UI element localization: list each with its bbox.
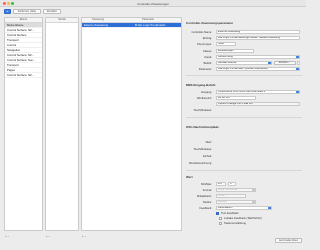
remove-all-button[interactable]: Entfernen (Alle)	[13, 9, 41, 14]
tastenverstaerkung-checkbox[interactable]	[219, 222, 222, 225]
osc-section-title: OSC-Nachrichtenpfade	[186, 125, 219, 129]
controller-section-title: Controller-Zuweisungsparameter	[186, 21, 234, 25]
modus-label: Modus:	[203, 201, 212, 204]
parameter-value: Alle Logic Pro-Einstell. (Ränder-Laufwer…	[218, 67, 268, 70]
assign-add-remove[interactable]: + −	[82, 234, 86, 238]
modus-select[interactable]: Absolut	[216, 200, 256, 204]
eingang-value: KOMPLETE KONTROL S61 Anschluss 1	[218, 90, 266, 93]
kanal-value: Aufnehmung	[218, 55, 233, 58]
assignment-list[interactable]: Steuerung Parameter Externe Zuweisung B …	[81, 17, 182, 231]
ebene-header[interactable]: Ebene	[5, 18, 42, 23]
steuerung-header[interactable]: Steuerung	[92, 18, 104, 22]
format-value: Ohne Vorzeichen	[218, 188, 238, 191]
nachricht-field[interactable]: B0 4D Lo7	[216, 96, 256, 100]
assignment-name: Externe Zuweisung	[84, 23, 108, 27]
learn-mode-button[interactable]: Lernmodus lösen	[275, 238, 302, 243]
text-feedback-checkbox[interactable]	[216, 212, 219, 215]
min-field[interactable]: 127	[216, 182, 226, 186]
feedback-value: Automatisch	[218, 206, 233, 209]
osc-einheit-label: Einheit:	[203, 155, 212, 158]
add-button[interactable]: +	[4, 9, 11, 14]
midi-detail-field: Control Change CH 1 30E Lo7	[216, 102, 300, 106]
ebene-add-remove[interactable]: + −	[5, 234, 9, 238]
osc-wert-label: Wert:	[205, 141, 212, 144]
eingang-select[interactable]: KOMPLETE KONTROL S61 Anschluss 1	[216, 90, 300, 94]
ebene-list[interactable]: Ebene Meine Ebene Control Surface: NZ...…	[4, 17, 43, 231]
format-label: Format:	[202, 189, 212, 192]
befehl-label: Befehl:	[203, 62, 212, 65]
toolbar: + Entfernen (Alle) Erstellen	[0, 7, 306, 16]
chevron-down-icon	[296, 91, 299, 93]
chevron-down-icon	[252, 201, 255, 203]
befehl-create-button[interactable]: Erstellen ...	[274, 61, 296, 65]
befehl-stepper[interactable]	[297, 61, 300, 65]
sende-header[interactable]: Sende	[46, 18, 78, 23]
kanal-select[interactable]: Aufnehmung	[216, 55, 300, 59]
parameter-header[interactable]: Parameter	[142, 18, 154, 22]
feedback-label: Feedback:	[199, 207, 212, 210]
eintrag-field[interactable]: Alle Logic Pro-Einstellungen außer Tasta…	[216, 36, 300, 40]
table-row[interactable]: Externe Zuweisung B Alle Logic Pro-Einst…	[82, 23, 181, 28]
osc-touch-label: Touch/Release:	[193, 148, 212, 151]
assignment-param: B Alle Logic Pro-Einstell...	[135, 23, 168, 27]
tastenverstaerkung-label: Tastenverstärkung	[224, 222, 246, 225]
midi-section-title: MIDI-Eingang-Befehl	[186, 83, 216, 87]
multiplikator-label: Multiplikator:	[196, 195, 212, 198]
divider	[186, 117, 302, 118]
midi-touch-label: Touch/Release:	[193, 109, 212, 112]
sende-list[interactable]: Sende	[45, 17, 79, 231]
minmax-label: Min/Max:	[201, 183, 212, 186]
inspector-panel: Controller-Zuweisungsparameter Controlle…	[186, 17, 302, 231]
create-button[interactable]: Erstellen	[43, 9, 61, 14]
text-feedback-label: Text-Feedback	[221, 212, 239, 215]
eingang-label: Eingang:	[201, 91, 212, 94]
parameter-label: Parameter:	[198, 68, 212, 71]
feedback-select[interactable]: Automatisch	[216, 206, 272, 210]
format-select[interactable]: Ohne Vorzeichen	[216, 188, 256, 192]
chevron-down-icon	[268, 207, 271, 209]
max-field[interactable]: 0	[228, 182, 236, 186]
local-feedback-checkbox[interactable]	[219, 217, 222, 220]
parameter-select[interactable]: Alle Logic Pro-Einstell. (Ränder-Laufwer…	[216, 67, 300, 71]
flip-group-label: Flip-Gruppe:	[197, 43, 212, 46]
befehl-select[interactable]: Globale Befehle	[216, 61, 272, 65]
chevron-down-icon	[268, 62, 271, 64]
controller-name-label: Controller-Name:	[191, 31, 212, 34]
kanal-label: Kanal:	[204, 56, 212, 59]
controller-name-field[interactable]: Externe Zuweisung	[216, 30, 300, 34]
flip-group-field[interactable]: none	[216, 42, 236, 46]
klasse-field[interactable]: Einstellungen	[216, 49, 254, 53]
divider	[186, 75, 302, 76]
divider	[186, 170, 302, 171]
klasse-label: Klasse:	[203, 50, 212, 53]
chevron-down-icon	[252, 189, 255, 191]
befehl-value: Globale Befehle	[218, 61, 237, 64]
osc-wertebezeichnung-label: Wertebezeichnung:	[188, 162, 212, 165]
chevron-down-icon	[296, 56, 299, 58]
modus-value: Absolut	[218, 200, 227, 203]
eintrag-label: Eintrag:	[202, 37, 212, 40]
multiplikator-field[interactable]: 1,000	[216, 194, 246, 198]
list-item[interactable]: Control Surface: NZ...	[5, 73, 42, 78]
local-feedback-label: Lokales Feedback (Takt/Schritt)	[224, 217, 262, 220]
nachricht-label: Wertbereich:	[196, 97, 212, 100]
title-bar: Controller-Zuweisungen	[0, 0, 306, 7]
window-title: Controller-Zuweisungen	[137, 1, 169, 6]
wert-section-title: Wert	[186, 175, 193, 179]
sende-add-remove[interactable]: + −	[46, 234, 50, 238]
chevron-down-icon	[296, 68, 299, 70]
